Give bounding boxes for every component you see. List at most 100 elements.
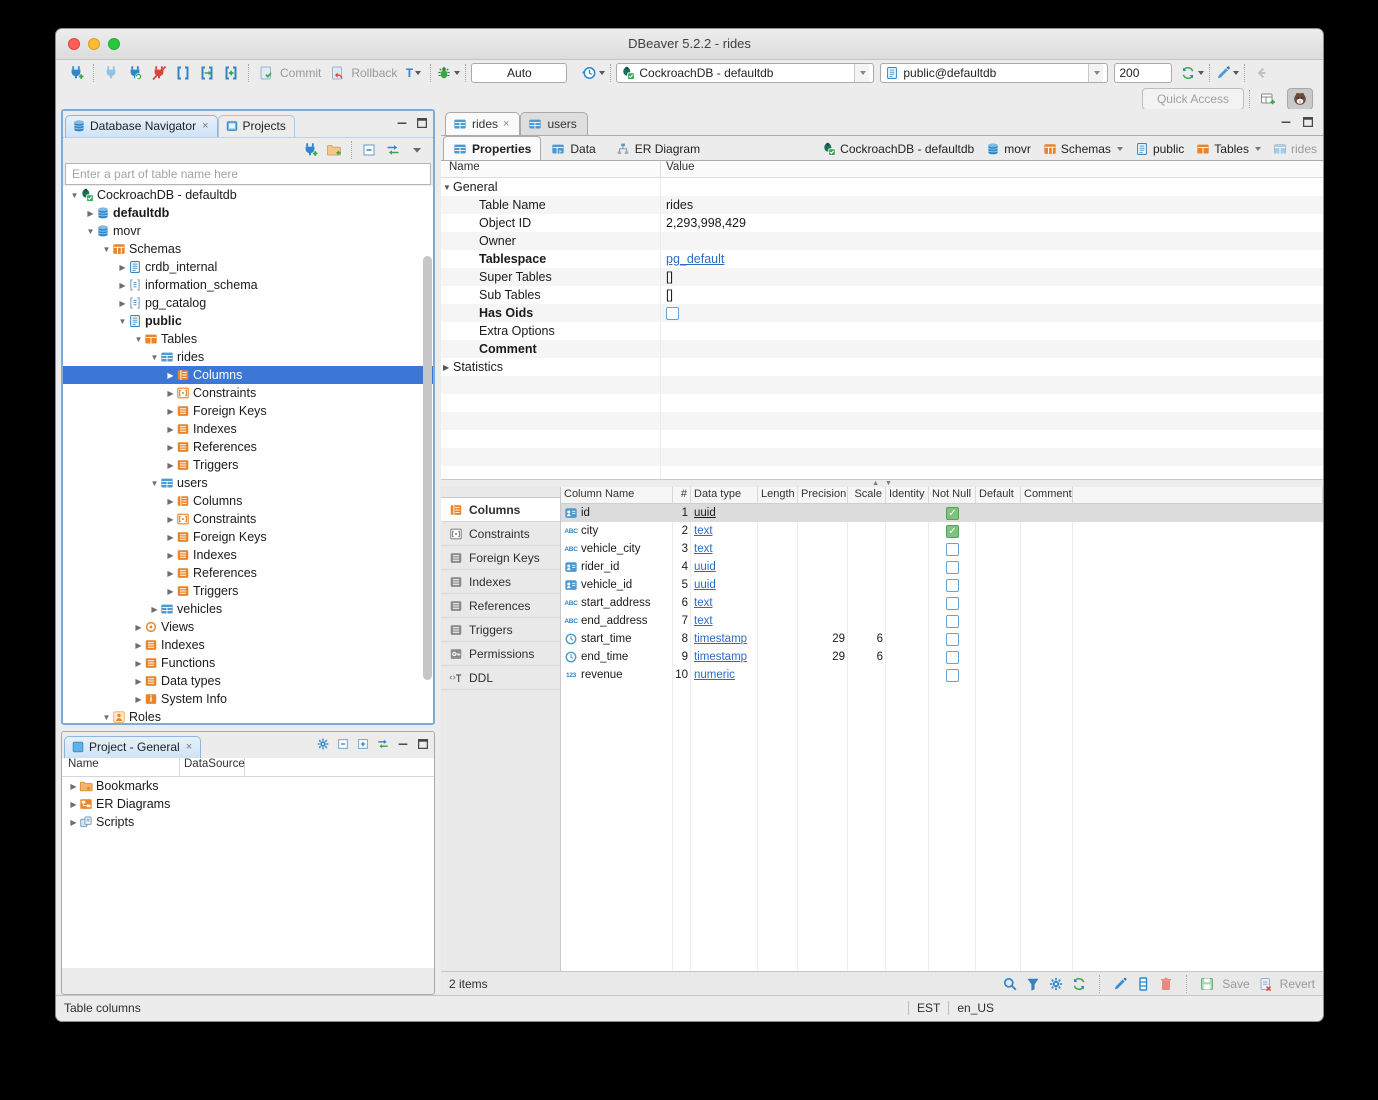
- tree-item-foreign-keys[interactable]: ▶Foreign Keys: [63, 402, 433, 420]
- open-sql-script-button[interactable]: [195, 62, 219, 84]
- search-icon[interactable]: [1002, 976, 1018, 992]
- filter-icon[interactable]: [1025, 976, 1041, 992]
- new-connection-folder-button[interactable]: [322, 139, 346, 161]
- tree-item-references[interactable]: ▶References: [63, 438, 433, 456]
- expander-closed-icon[interactable]: ▶: [165, 587, 176, 596]
- tree-item-functions[interactable]: ▶Functions: [63, 654, 433, 672]
- property-row-super-tables[interactable]: Super Tables[]: [441, 268, 1323, 286]
- not-null-checkbox[interactable]: [946, 579, 959, 592]
- subtab-properties[interactable]: Properties: [443, 136, 541, 161]
- maximize-editor-icon[interactable]: [1301, 115, 1315, 129]
- not-null-checkbox[interactable]: [946, 597, 959, 610]
- not-null-checkbox[interactable]: [946, 651, 959, 664]
- grid-row-vehicle_id[interactable]: vehicle_id5uuid: [561, 576, 1323, 594]
- expander-closed-icon[interactable]: ▶: [133, 695, 144, 704]
- link-with-editor-icon[interactable]: [376, 737, 390, 751]
- tree-item-foreign-keys[interactable]: ▶Foreign Keys: [63, 528, 433, 546]
- subtab-er-diagram[interactable]: ER Diagram: [606, 136, 710, 161]
- tree-item-rides[interactable]: ▼rides: [63, 348, 433, 366]
- tree-item-constraints[interactable]: ▶Constraints: [63, 510, 433, 528]
- locale-indicator[interactable]: en_US: [957, 1001, 994, 1015]
- tree-item-defaultdb[interactable]: ▶defaultdb: [63, 204, 433, 222]
- project-item-scripts[interactable]: ▶Scripts: [62, 813, 434, 831]
- not-null-checkbox[interactable]: [946, 669, 959, 682]
- expander-open-icon[interactable]: ▼: [85, 227, 96, 236]
- collapse-all-icon[interactable]: [336, 737, 350, 751]
- tab-database-navigator[interactable]: Database Navigator ×: [65, 115, 218, 137]
- expander-closed-icon[interactable]: ▶: [443, 363, 453, 372]
- refresh-button[interactable]: [1180, 62, 1204, 84]
- disconnect-button[interactable]: [147, 62, 171, 84]
- chevron-down-icon[interactable]: [1255, 147, 1261, 151]
- data-type-link[interactable]: uuid: [694, 579, 716, 591]
- revert-icon[interactable]: [1257, 976, 1273, 992]
- grid-row-vehicle_city[interactable]: ABCvehicle_city3text: [561, 540, 1323, 558]
- expander-closed-icon[interactable]: ▶: [133, 677, 144, 686]
- data-type-link[interactable]: numeric: [694, 669, 735, 681]
- data-type-link[interactable]: text: [694, 597, 713, 609]
- not-null-checkbox[interactable]: [946, 561, 959, 574]
- new-sql-editor-button[interactable]: [219, 62, 243, 84]
- expander-open-icon[interactable]: ▼: [149, 479, 160, 488]
- grid-row-revenue[interactable]: 123revenue10numeric: [561, 666, 1323, 684]
- tab-projects[interactable]: Projects: [218, 115, 295, 137]
- save-icon[interactable]: [1199, 976, 1215, 992]
- grid-column-header-comment[interactable]: Comment: [1021, 487, 1073, 503]
- debug-button[interactable]: [436, 62, 460, 84]
- back-button[interactable]: [1250, 62, 1274, 84]
- fetch-size-input[interactable]: 200: [1114, 63, 1172, 83]
- object-tab-indexes[interactable]: Indexes: [441, 570, 560, 594]
- grid-column-header-length[interactable]: Length: [758, 487, 798, 503]
- grid-column-header-column-name[interactable]: Column Name: [561, 487, 673, 503]
- settings-gear-icon[interactable]: [316, 737, 330, 751]
- not-null-checkbox[interactable]: ✓: [946, 507, 959, 520]
- expander-closed-icon[interactable]: ▶: [68, 800, 79, 809]
- not-null-checkbox[interactable]: [946, 615, 959, 628]
- property-row-has-oids[interactable]: Has Oids: [441, 304, 1323, 322]
- expander-open-icon[interactable]: ▼: [133, 335, 144, 344]
- pin-editor-button[interactable]: [1215, 62, 1239, 84]
- expander-closed-icon[interactable]: ▶: [117, 299, 128, 308]
- property-value-link[interactable]: pg_default: [666, 252, 724, 266]
- commit-button[interactable]: [254, 62, 278, 84]
- expander-closed-icon[interactable]: ▶: [165, 425, 176, 434]
- expander-closed-icon[interactable]: ▶: [165, 515, 176, 524]
- expander-open-icon[interactable]: ▼: [117, 317, 128, 326]
- grid-row-end_address[interactable]: ABCend_address7text: [561, 612, 1323, 630]
- schema-combo[interactable]: public@defaultdb: [880, 63, 1108, 83]
- transaction-log-button[interactable]: [581, 62, 605, 84]
- tree-item-views[interactable]: ▶Views: [63, 618, 433, 636]
- gear-icon[interactable]: [1048, 976, 1064, 992]
- rollback-button[interactable]: [325, 62, 349, 84]
- tree-item-triggers[interactable]: ▶Triggers: [63, 582, 433, 600]
- tree-scrollbar[interactable]: [423, 256, 432, 680]
- quick-access-box[interactable]: Quick Access: [1142, 88, 1244, 110]
- revert-button[interactable]: Revert: [1280, 977, 1315, 991]
- expander-closed-icon[interactable]: ▶: [165, 389, 176, 398]
- data-type-link[interactable]: uuid: [694, 507, 716, 519]
- object-tab-references[interactable]: References: [441, 594, 560, 618]
- object-tab-foreign-keys[interactable]: Foreign Keys: [441, 546, 560, 570]
- grid-row-start_time[interactable]: start_time8timestamp296: [561, 630, 1323, 648]
- expander-closed-icon[interactable]: ▶: [165, 461, 176, 470]
- breadcrumb-item-public[interactable]: public: [1135, 142, 1184, 156]
- tree-item-users[interactable]: ▼users: [63, 474, 433, 492]
- tree-item-indexes[interactable]: ▶Indexes: [63, 636, 433, 654]
- expander-closed-icon[interactable]: ▶: [117, 263, 128, 272]
- object-tab-permissions[interactable]: Permissions: [441, 642, 560, 666]
- tree-item-indexes[interactable]: ▶Indexes: [63, 546, 433, 564]
- expander-closed-icon[interactable]: ▶: [165, 569, 176, 578]
- editor-tab-users[interactable]: users: [520, 112, 587, 135]
- tree-item-roles[interactable]: ▼Roles: [63, 708, 433, 725]
- delete-trash-icon[interactable]: [1158, 976, 1174, 992]
- expander-closed-icon[interactable]: ▶: [68, 782, 79, 791]
- minimize-view-icon[interactable]: [396, 737, 410, 751]
- property-row-object-id[interactable]: Object ID2,293,998,429: [441, 214, 1323, 232]
- subtab-data[interactable]: Data: [541, 136, 605, 161]
- expander-closed-icon[interactable]: ▶: [165, 371, 176, 380]
- grid-row-end_time[interactable]: end_time9timestamp296: [561, 648, 1323, 666]
- expander-closed-icon[interactable]: ▶: [165, 443, 176, 452]
- object-tab-constraints[interactable]: Constraints: [441, 522, 560, 546]
- grid-row-rider_id[interactable]: rider_id4uuid: [561, 558, 1323, 576]
- tree-item-crdb-internal[interactable]: ▶crdb_internal: [63, 258, 433, 276]
